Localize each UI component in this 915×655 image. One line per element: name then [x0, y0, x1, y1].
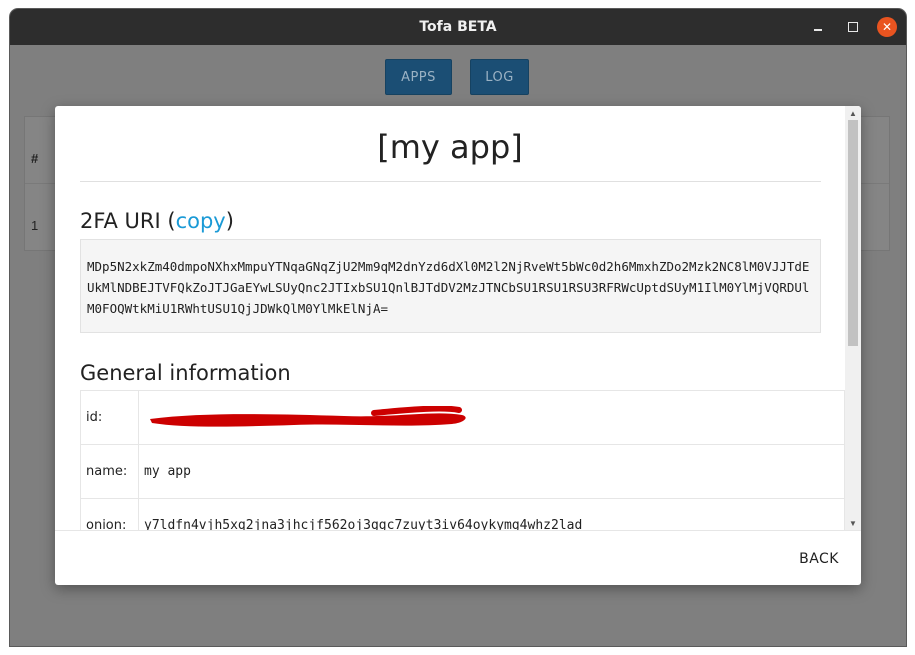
table-header-index: #: [31, 151, 39, 166]
minimize-icon[interactable]: [808, 17, 828, 37]
info-row-onion: onion: y7ldfn4vjh5xq2jna3jhcjf562oj3ggc7…: [80, 498, 845, 530]
info-key: onion:: [80, 498, 139, 530]
info-value-redacted: [138, 390, 845, 445]
scroll-down-icon[interactable]: ▼: [845, 516, 861, 530]
app-body: APPS LOG # 1 [my app] 2FA URI (copy) MDp…: [10, 45, 906, 646]
title-bar[interactable]: Tofa BETA ✕: [10, 9, 906, 45]
dialog-footer: BACK: [55, 530, 861, 585]
apps-button[interactable]: APPS: [385, 59, 452, 95]
close-icon[interactable]: ✕: [877, 17, 897, 37]
uri-heading-text: 2FA URI (: [80, 209, 176, 233]
info-value: y7ldfn4vjh5xq2jna3jhcjf562oj3ggc7zuyt3iv…: [138, 498, 845, 530]
info-key: id:: [80, 390, 139, 445]
general-info-title: General information: [80, 361, 291, 385]
dialog-title: [my app]: [377, 128, 523, 166]
uri-heading-close: ): [225, 209, 234, 233]
scroll-up-icon[interactable]: ▲: [845, 106, 861, 120]
window-title: Tofa BETA: [419, 19, 497, 35]
maximize-icon[interactable]: [843, 17, 863, 37]
dialog-content: [my app] 2FA URI (copy) MDp5N2xkZm40dmpo…: [55, 106, 845, 530]
info-row-id: id:: [80, 390, 845, 445]
uri-section-title: 2FA URI (copy): [80, 209, 234, 233]
redaction-mark: [150, 405, 466, 427]
info-value: my app: [138, 444, 845, 499]
back-button[interactable]: BACK: [799, 551, 839, 567]
table-row-index[interactable]: 1: [31, 218, 38, 233]
general-info-table: id: name: my app onion: y7ldfn4vjh5xq2jn…: [80, 390, 845, 530]
title-divider: [80, 181, 821, 182]
app-details-dialog: [my app] 2FA URI (copy) MDp5N2xkZm40dmpo…: [55, 106, 861, 585]
app-window: Tofa BETA ✕ APPS LOG # 1 [my app] 2FA UR…: [10, 9, 906, 646]
log-button[interactable]: LOG: [470, 59, 529, 95]
uri-code-box: MDp5N2xkZm40dmpoNXhxMmpuYTNqaGNqZjU2Mm9q…: [80, 239, 821, 333]
info-key: name:: [80, 444, 139, 499]
scrollbar-thumb[interactable]: [848, 120, 858, 346]
dialog-scrollbar[interactable]: ▲ ▼: [845, 106, 861, 530]
info-row-name: name: my app: [80, 444, 845, 499]
copy-link[interactable]: copy: [176, 209, 226, 233]
